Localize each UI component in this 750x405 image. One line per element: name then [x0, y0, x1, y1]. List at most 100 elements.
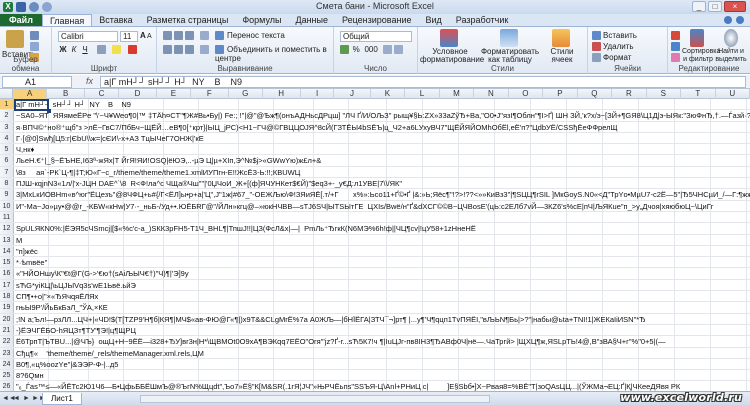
cell-a-content[interactable]: Сђц¶« 'theme/theme/_rels/themeManager.xm… [14, 348, 750, 358]
orientation-icon[interactable] [199, 31, 209, 41]
row-header[interactable]: 20 [0, 313, 14, 324]
redo-icon[interactable] [42, 2, 52, 12]
grow-font-button[interactable]: A [140, 31, 146, 40]
indent-icon[interactable] [199, 45, 209, 55]
row-header[interactable]: 11 [0, 211, 14, 223]
copy-icon[interactable] [30, 42, 39, 52]
row-header[interactable]: 24 [0, 358, 14, 370]
maximize-button[interactable]: □ [708, 1, 722, 12]
cell-a-content[interactable]: «"НЙОНшу\К"€t@Г(G->'€ю†(sAiЉЫЧ€†)"Ч)¶|'Э… [14, 268, 750, 278]
horizontal-scrollbar[interactable] [140, 395, 490, 403]
cell-a-content[interactable]: ЛьеН.€⁺|_§~ЁЪНЕ,I63ª-жЯх|Т ЙгЯ!ЯИ!ОЅQ|ёЮ… [14, 155, 750, 165]
conditional-formatting-icon[interactable] [440, 29, 458, 47]
autosum-icon[interactable] [671, 31, 680, 41]
find-select-button[interactable]: Найти и выделить [714, 48, 748, 64]
align-left-icon[interactable] [163, 45, 172, 55]
row-header[interactable]: 14 [0, 245, 14, 257]
column-header-b[interactable]: B [47, 89, 86, 99]
align-right-icon[interactable] [185, 45, 195, 55]
row-header[interactable]: 10 [0, 200, 14, 211]
cell-styles-icon[interactable] [552, 29, 570, 47]
column-header-t[interactable]: T [681, 89, 716, 99]
row-header[interactable]: 1 [0, 99, 14, 110]
column-header-g[interactable]: G [229, 89, 263, 99]
name-box[interactable]: A1 [2, 76, 72, 88]
undo-icon[interactable] [29, 2, 39, 12]
shrink-font-button[interactable]: A [147, 33, 152, 40]
font-name-select[interactable]: Calibri [58, 31, 118, 42]
tab-review[interactable]: Рецензирование [335, 14, 419, 26]
row-header[interactable]: 23 [0, 347, 14, 358]
column-header-n[interactable]: N [474, 89, 509, 99]
column-header-o[interactable]: O [509, 89, 544, 99]
column-header-f[interactable]: F [191, 89, 229, 99]
align-top-icon[interactable] [163, 31, 172, 41]
minimize-button[interactable]: _ [692, 1, 706, 12]
close-button[interactable]: × [724, 1, 746, 12]
font-size-select[interactable]: 11 [120, 31, 138, 42]
tab-page-layout[interactable]: Разметка страницы [140, 14, 236, 26]
row-header[interactable]: 6 [0, 155, 14, 166]
format-as-table-button[interactable]: Форматировать как таблицу [480, 48, 540, 64]
tab-developer[interactable]: Разработчик [449, 14, 515, 26]
row-header[interactable]: 3 [0, 121, 14, 132]
row-header[interactable]: 4 [0, 132, 14, 144]
column-header-c[interactable]: C [85, 89, 119, 99]
column-header-i[interactable]: I [301, 89, 335, 99]
cell-a-content[interactable]: *·ѣmвёе" [14, 257, 750, 267]
cell-a-content[interactable]: 3|МхLкИОВНm«в^юг"ЁЦезъ"@8ЧФЦ+ь#{/Г<ЁЛ]ы•… [14, 189, 750, 199]
number-format-select[interactable]: Общий [340, 31, 412, 42]
column-header-l[interactable]: L [405, 89, 440, 99]
thousands-button[interactable]: 000 [364, 45, 377, 54]
row-header[interactable]: 16 [0, 268, 14, 279]
prev-sheet-button[interactable]: ◄ [12, 394, 21, 403]
row-header[interactable]: 12 [0, 223, 14, 234]
cell-a-content[interactable]: ~SA0–ЯТ ЯЯямеЁPe "\'~Ч¥Weo¶0|™ ‡TÄh¤CТ"¶… [14, 110, 750, 120]
column-header-p[interactable]: P [543, 89, 578, 99]
column-header-h[interactable]: H [263, 89, 301, 99]
row-header[interactable]: 7 [0, 166, 14, 178]
cell-a-content[interactable]: ѕЋG*уiКЦ|\ьЦJЫVq3s'wЕ1Ьвё.ьйЭ [14, 280, 750, 290]
row-header[interactable]: 2 [0, 110, 14, 121]
paste-icon[interactable] [6, 30, 24, 48]
select-all-corner[interactable] [0, 89, 14, 99]
fill-color-icon[interactable] [112, 45, 122, 55]
last-sheet-button[interactable]: ►► [32, 394, 46, 403]
formula-input[interactable]: a|Г mH┘┘ sH┘┘ H┘ NY B N9 [100, 76, 746, 88]
merge-center-button[interactable]: Объединить и поместить в центре [215, 45, 327, 63]
cell-a-content[interactable]: \8з ая`-РК`Ц-¶|‡T;Ю«Г~с_г/theme/theme/th… [14, 167, 750, 177]
column-header-k[interactable]: K [371, 89, 406, 99]
fill-icon[interactable] [671, 42, 680, 52]
row-header[interactable]: 22 [0, 336, 14, 347]
clear-icon[interactable] [671, 53, 680, 63]
column-header-a[interactable]: A [13, 89, 47, 99]
row-header[interactable]: 5 [0, 144, 14, 155]
cut-icon[interactable] [30, 31, 39, 41]
insert-function-button[interactable]: fx [86, 76, 93, 86]
cell-a-content[interactable]: Г·[@0]Ѕwђ[Ц5:г|ЄbU\\ж=|сЄИ\-x+АЗ ТцЫЧеГ7… [14, 133, 750, 143]
align-center-icon[interactable] [174, 45, 184, 55]
cell-a-content[interactable]: ;!N а;Ъл!—рзЛЛ...ЦЧ+|«ЧD!$(Т[TZР9'Н¶б|КЯ… [14, 314, 750, 324]
cell-a-content[interactable]: 8?6Qмн [14, 370, 750, 380]
column-header-d[interactable]: D [119, 89, 158, 99]
cell-a-content[interactable]: Ч,нк♦ [14, 144, 750, 154]
column-header-u[interactable]: U [716, 89, 750, 99]
cell-a-content[interactable]: -}ЁЭЧГЁБО-hЯЦЗт¶ТУ'¶Э!|ц¶ЩРЦ [14, 325, 750, 335]
spreadsheet-grid[interactable]: ABCDEFGHIJKLMNOPQRSTU 1 a|Г mH┘┘ sH┘┘ H┘ … [0, 89, 750, 391]
wrap-text-button[interactable]: Перенос текста [227, 31, 285, 40]
cell-a-content[interactable]: ПЈШ-кqjnN3«1л/|'х-JЦН DАЕ^`\8 R<Ф!ла^с Ч… [14, 178, 750, 188]
cell-a-content[interactable]: я·ВПЧ©⁺но®⁺щб"з >лЁ~ГвС7/ПбБч~ЩЁЙ…еВ¶0[⁺… [14, 122, 750, 132]
tab-formulas[interactable]: Формулы [235, 14, 288, 26]
cell-a-content[interactable]: a|Г mH┘┘ sH┘┘ H┘ NY B N9 [14, 99, 750, 109]
tab-view[interactable]: Вид [419, 14, 449, 26]
next-sheet-button[interactable]: ► [22, 394, 31, 403]
row-header[interactable]: 9 [0, 189, 14, 200]
save-icon[interactable] [16, 2, 26, 12]
font-color-icon[interactable] [127, 45, 137, 55]
decrease-decimal-icon[interactable] [394, 45, 404, 55]
delete-cells-button[interactable]: Удалить [603, 42, 634, 51]
column-header-s[interactable]: S [647, 89, 682, 99]
tab-home[interactable]: Главная [41, 14, 93, 26]
tab-file[interactable]: Файл [0, 14, 42, 26]
italic-button[interactable]: К [69, 45, 79, 55]
